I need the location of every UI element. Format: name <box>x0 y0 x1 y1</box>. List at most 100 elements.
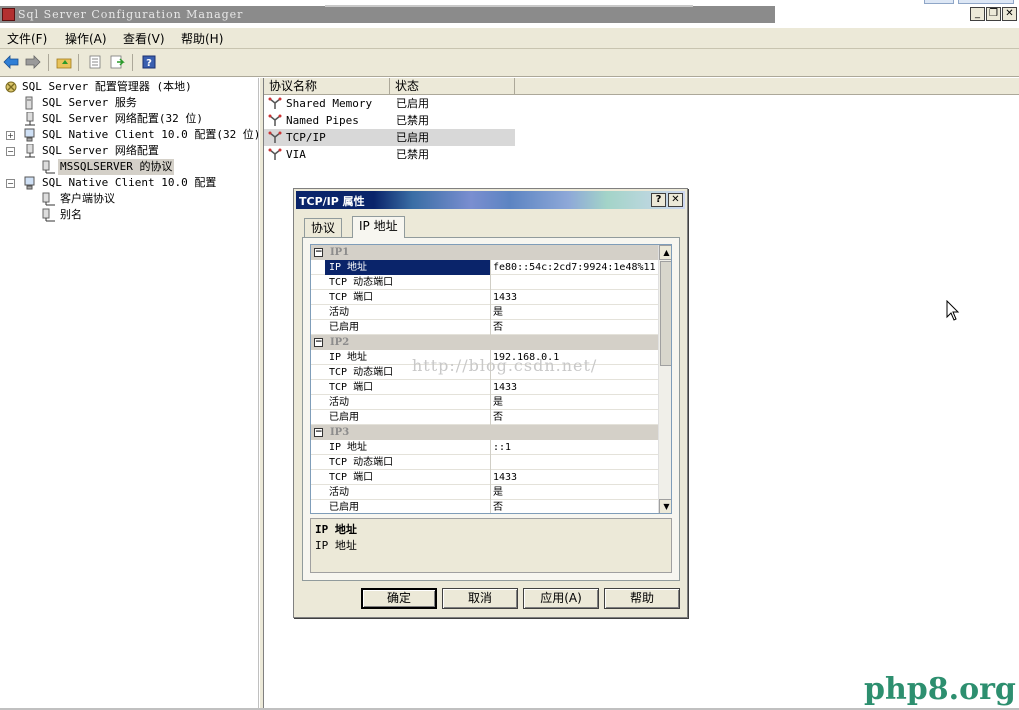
property-name: 已启用 <box>325 320 491 335</box>
apply-button[interactable]: 应用(A) <box>523 588 599 609</box>
protocol-status: 已启用 <box>396 131 429 144</box>
property-value[interactable]: 是 <box>491 305 503 320</box>
scroll-thumb[interactable] <box>660 261 671 366</box>
collapse-toggle[interactable]: − <box>6 147 15 156</box>
property-value[interactable]: fe80::54c:2cd7:9924:1e48%11 <box>491 260 656 275</box>
tree-item-label: MSSQLSERVER 的协议 <box>58 159 175 175</box>
property-value[interactable]: 1433 <box>491 380 517 395</box>
property-row[interactable]: TCP 端口 1433 <box>311 290 658 305</box>
list-item[interactable]: Shared Memory 已启用 <box>264 95 515 112</box>
tree-item-label: SQL Native Client 10.0 配置(32 位) <box>42 128 261 141</box>
property-value[interactable]: 1433 <box>491 470 517 485</box>
client-config-icon <box>24 176 38 190</box>
property-row[interactable]: TCP 动态端口 <box>311 455 658 470</box>
top-edge-button[interactable] <box>958 0 1014 4</box>
collapse-toggle[interactable]: − <box>6 179 15 188</box>
menu-file[interactable]: 文件(F) <box>7 30 47 47</box>
scroll-up-arrow-icon[interactable]: ▲ <box>659 245 671 260</box>
group-title: IP2 <box>330 337 350 348</box>
tree-item-label: SQL Native Client 10.0 配置 <box>42 176 217 189</box>
tcpip-properties-dialog: TCP/IP 属性 ? ✕ 协议 IP 地址 − IP1 IP 地址 fe80:… <box>293 188 688 618</box>
property-row[interactable]: 活动 是 <box>311 305 658 320</box>
back-arrow-icon[interactable] <box>2 54 20 70</box>
menu-help[interactable]: 帮助(H) <box>181 30 223 47</box>
cancel-button[interactable]: 取消 <box>442 588 518 609</box>
collapse-toggle[interactable]: − <box>314 428 323 437</box>
dialog-help-button[interactable]: ? <box>651 193 666 207</box>
export-list-icon[interactable] <box>108 54 126 70</box>
list-item[interactable]: VIA 已禁用 <box>264 146 515 163</box>
group-title: IP1 <box>330 247 350 258</box>
group-header-ip1[interactable]: − IP1 <box>311 245 658 260</box>
column-header-status[interactable]: 状态 <box>390 78 515 95</box>
tab-protocol[interactable]: 协议 <box>304 218 343 238</box>
close-button[interactable]: ✕ <box>1002 7 1017 21</box>
property-name: 活动 <box>325 305 491 320</box>
property-row[interactable]: TCP 端口 1433 <box>311 380 658 395</box>
property-name: TCP 端口 <box>325 380 491 395</box>
column-header-filler <box>515 78 1019 95</box>
expand-toggle[interactable]: + <box>6 131 15 140</box>
group-header-ip3[interactable]: − IP3 <box>311 425 658 440</box>
property-name: TCP 动态端口 <box>325 455 491 470</box>
app-icon <box>2 8 15 21</box>
list-item[interactable]: Named Pipes 已禁用 <box>264 112 515 129</box>
property-value[interactable]: 否 <box>491 500 503 513</box>
property-value[interactable]: 1433 <box>491 290 517 305</box>
tree-item-label: 客户端协议 <box>60 192 115 205</box>
properties-icon[interactable] <box>86 54 104 70</box>
list-item-selected[interactable]: TCP/IP 已启用 <box>264 129 515 146</box>
scroll-down-arrow-icon[interactable]: ▼ <box>659 499 671 513</box>
property-value[interactable]: ::1 <box>491 440 511 455</box>
up-folder-icon[interactable] <box>55 54 73 70</box>
menu-view[interactable]: 查看(V) <box>123 30 165 47</box>
forward-arrow-icon[interactable] <box>24 54 42 70</box>
property-row[interactable]: IP 地址 ::1 <box>311 440 658 455</box>
top-edge-button[interactable] <box>924 0 954 4</box>
property-row[interactable]: 已启用 否 <box>311 320 658 335</box>
property-row[interactable]: 已启用 否 <box>311 500 658 513</box>
help-button[interactable]: 帮助 <box>604 588 680 609</box>
help-icon[interactable]: ? <box>140 54 158 70</box>
column-header-protocol-name[interactable]: 协议名称 <box>264 78 390 95</box>
collapse-toggle[interactable]: − <box>314 338 323 347</box>
dialog-title-bar[interactable]: TCP/IP 属性 ? ✕ <box>296 191 685 209</box>
property-value[interactable]: 否 <box>491 410 503 425</box>
group-title: IP3 <box>330 427 350 438</box>
tree-item-label: 别名 <box>60 208 82 221</box>
toolbar-separator <box>48 54 49 71</box>
restore-button[interactable]: ❐ <box>986 7 1001 21</box>
property-grid-scrollbar[interactable]: ▲ ▼ <box>658 245 671 513</box>
property-row[interactable]: 活动 是 <box>311 485 658 500</box>
network-config-icon <box>24 143 38 158</box>
property-value[interactable] <box>491 455 493 470</box>
group-header-ip2[interactable]: − IP2 <box>311 335 658 350</box>
protocol-name: VIA <box>286 148 306 161</box>
ok-button[interactable]: 确定 <box>361 588 437 609</box>
protocol-name: Shared Memory <box>286 97 373 110</box>
dialog-close-button[interactable]: ✕ <box>668 193 683 207</box>
menu-action[interactable]: 操作(A) <box>65 30 107 47</box>
protocols-icon <box>42 192 56 206</box>
tab-panel: − IP1 IP 地址 fe80::54c:2cd7:9924:1e48%11 … <box>302 237 680 581</box>
dialog-title: TCP/IP 属性 <box>299 195 365 208</box>
property-value[interactable]: 否 <box>491 320 503 335</box>
property-value[interactable]: 是 <box>491 485 503 500</box>
property-row[interactable]: 活动 是 <box>311 395 658 410</box>
top-divider <box>325 5 693 7</box>
server-icon <box>24 96 38 110</box>
property-name: TCP 端口 <box>325 470 491 485</box>
tab-ip-addresses[interactable]: IP 地址 <box>352 216 405 238</box>
property-row-selected[interactable]: IP 地址 fe80::54c:2cd7:9924:1e48%11 <box>311 260 658 275</box>
property-row[interactable]: TCP 动态端口 <box>311 275 658 290</box>
protocol-status: 已启用 <box>396 97 429 110</box>
property-value[interactable] <box>491 275 493 290</box>
menu-bar: 文件(F) 操作(A) 查看(V) 帮助(H) <box>0 28 1019 49</box>
minimize-button[interactable]: _ <box>970 7 985 21</box>
network-config-icon <box>24 111 38 126</box>
property-value[interactable]: 是 <box>491 395 503 410</box>
property-row[interactable]: TCP 端口 1433 <box>311 470 658 485</box>
collapse-toggle[interactable]: − <box>314 248 323 257</box>
property-row[interactable]: 已启用 否 <box>311 410 658 425</box>
mouse-cursor-icon <box>946 299 960 325</box>
